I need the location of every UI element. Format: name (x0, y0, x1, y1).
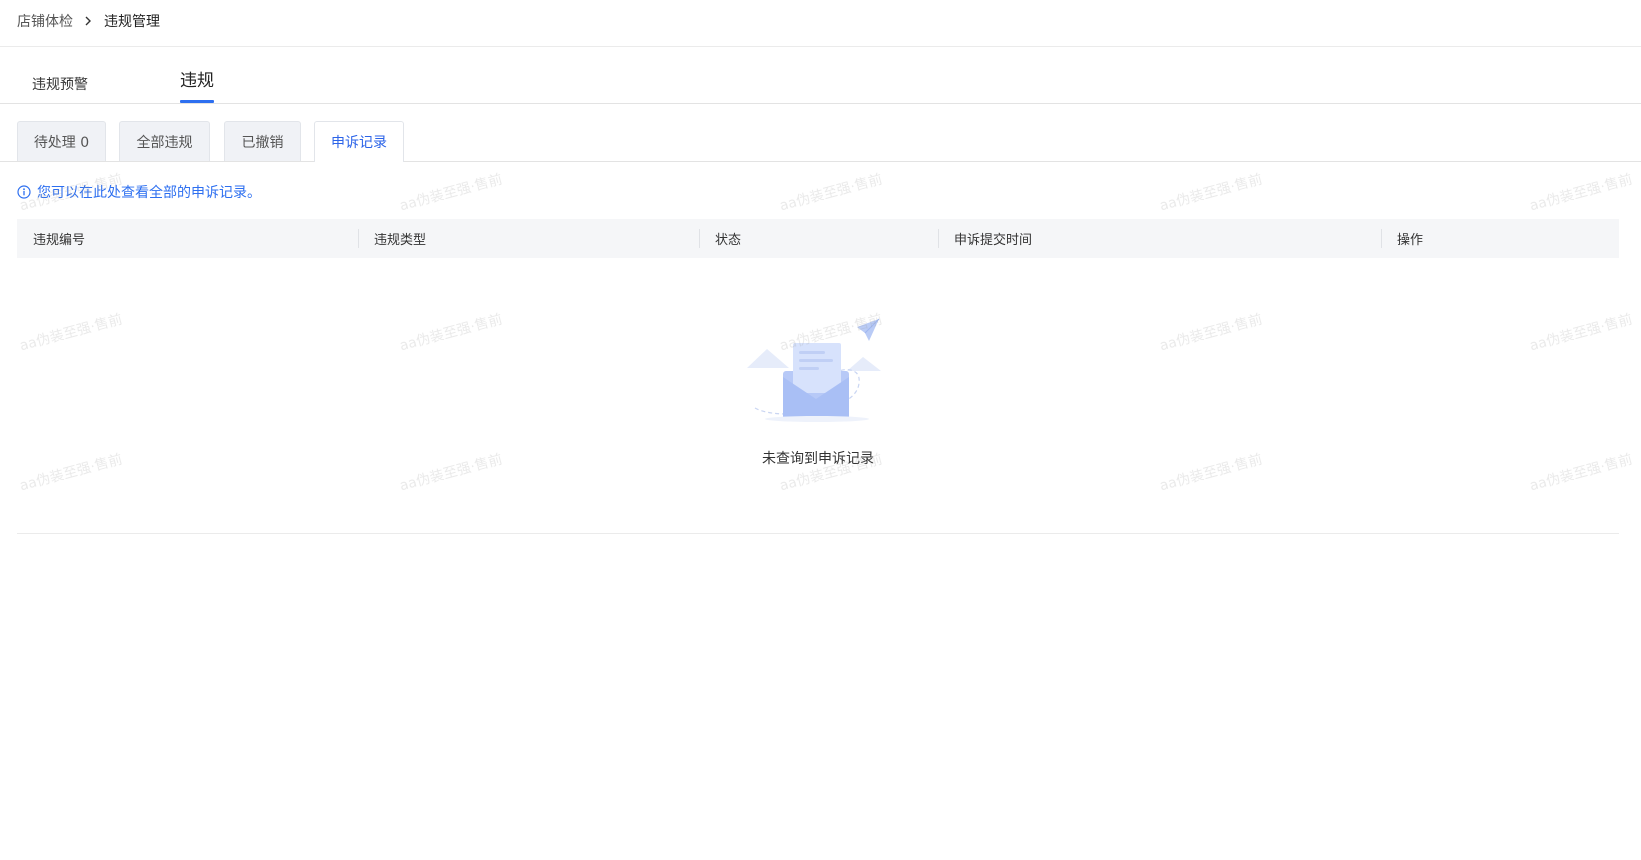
tabs-divider (0, 103, 1641, 104)
card-tab-appeal-records[interactable]: 申诉记录 (314, 121, 404, 162)
column-header-actions: 操作 (1381, 219, 1619, 258)
tab-violation[interactable]: 违规 (180, 66, 214, 103)
breadcrumb-current: 违规管理 (104, 14, 160, 30)
card-tab-all-violations[interactable]: 全部违规 (119, 121, 210, 161)
info-notice-text: 您可以在此处查看全部的申诉记录。 (37, 185, 261, 201)
breadcrumb: 店铺体检 违规管理 (17, 0, 160, 42)
column-header-violation-id: 违规编号 (33, 233, 86, 248)
watermark-text: aa伪装至强·售前 (1157, 171, 1265, 215)
empty-mailbox-icon (747, 318, 881, 422)
column-header-violation-type: 违规类型 (358, 219, 699, 258)
empty-state-text: 未查询到申诉记录 (762, 451, 874, 467)
header-divider (0, 46, 1641, 47)
tab-violation-label: 违规 (180, 71, 214, 91)
card-tab-pending[interactable]: 待处理 0 (17, 121, 106, 161)
card-tab-revoked[interactable]: 已撤销 (224, 121, 301, 161)
column-header-appeal-time: 申诉提交时间 (938, 219, 1381, 258)
empty-state: 未查询到申诉记录 (17, 258, 1619, 534)
tab-violation-warning[interactable]: 违规预警 (32, 74, 88, 111)
page: 店铺体检 违规管理 违规预警 违规 待处理 0 全部违规 已撤销 申诉记录 您可… (0, 0, 1641, 860)
info-icon (17, 185, 31, 199)
chevron-right-icon (84, 16, 92, 26)
column-header-status: 状态 (699, 219, 938, 258)
watermark-text: aa伪装至强·售前 (777, 171, 885, 215)
watermark-text: aa伪装至强·售前 (397, 171, 505, 215)
watermark-text: aa伪装至强·售前 (1527, 171, 1635, 215)
card-tabs-divider (0, 161, 1641, 162)
breadcrumb-store-checkup[interactable]: 店铺体检 (17, 11, 73, 31)
info-notice: 您可以在此处查看全部的申诉记录。 (17, 182, 261, 202)
table-header: 违规编号 违规类型 状态 申诉提交时间 操作 (17, 219, 1619, 258)
